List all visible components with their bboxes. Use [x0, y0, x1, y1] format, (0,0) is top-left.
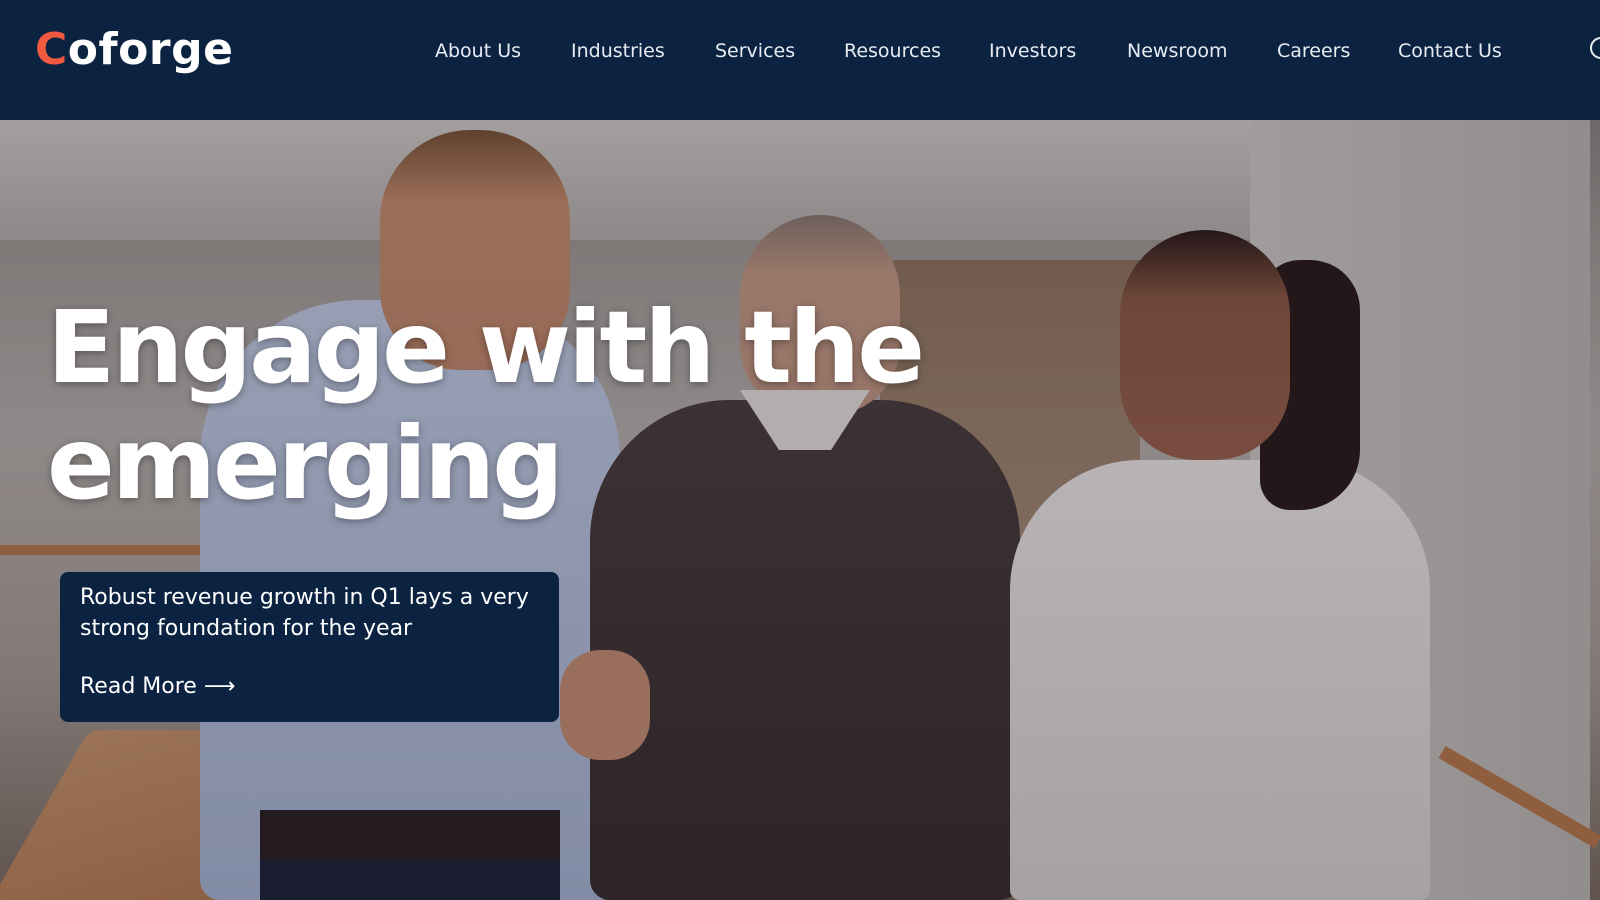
news-headline: Robust revenue growth in Q1 lays a very … — [80, 585, 529, 641]
coforge-logo[interactable]: Coforge — [35, 24, 233, 75]
read-more-link[interactable]: Read More ⟶ — [80, 674, 235, 699]
nav-industries[interactable]: Industries — [571, 40, 665, 62]
nav-newsroom[interactable]: Newsroom — [1127, 40, 1228, 62]
nav-services[interactable]: Services — [715, 40, 795, 62]
nav-careers[interactable]: Careers — [1277, 40, 1350, 62]
nav-resources[interactable]: Resources — [844, 40, 941, 62]
search-icon[interactable] — [1590, 37, 1600, 59]
site-header: Coforge About Us Industries Services Res… — [0, 0, 1600, 120]
news-card[interactable]: Robust revenue growth in Q1 lays a very … — [60, 572, 559, 722]
hero-title: Engage with the emerging — [47, 289, 925, 522]
arrow-right-icon: ⟶ — [203, 674, 236, 699]
nav-about-us[interactable]: About Us — [435, 40, 521, 62]
nav-contact-us[interactable]: Contact Us — [1398, 40, 1502, 62]
nav-investors[interactable]: Investors — [989, 40, 1076, 62]
logo-text: oforge — [67, 24, 234, 75]
read-more-label: Read More — [80, 674, 197, 699]
logo-accent-letter: C — [35, 24, 68, 75]
hero-banner: Engage with the emerging Robust revenue … — [0, 120, 1600, 900]
